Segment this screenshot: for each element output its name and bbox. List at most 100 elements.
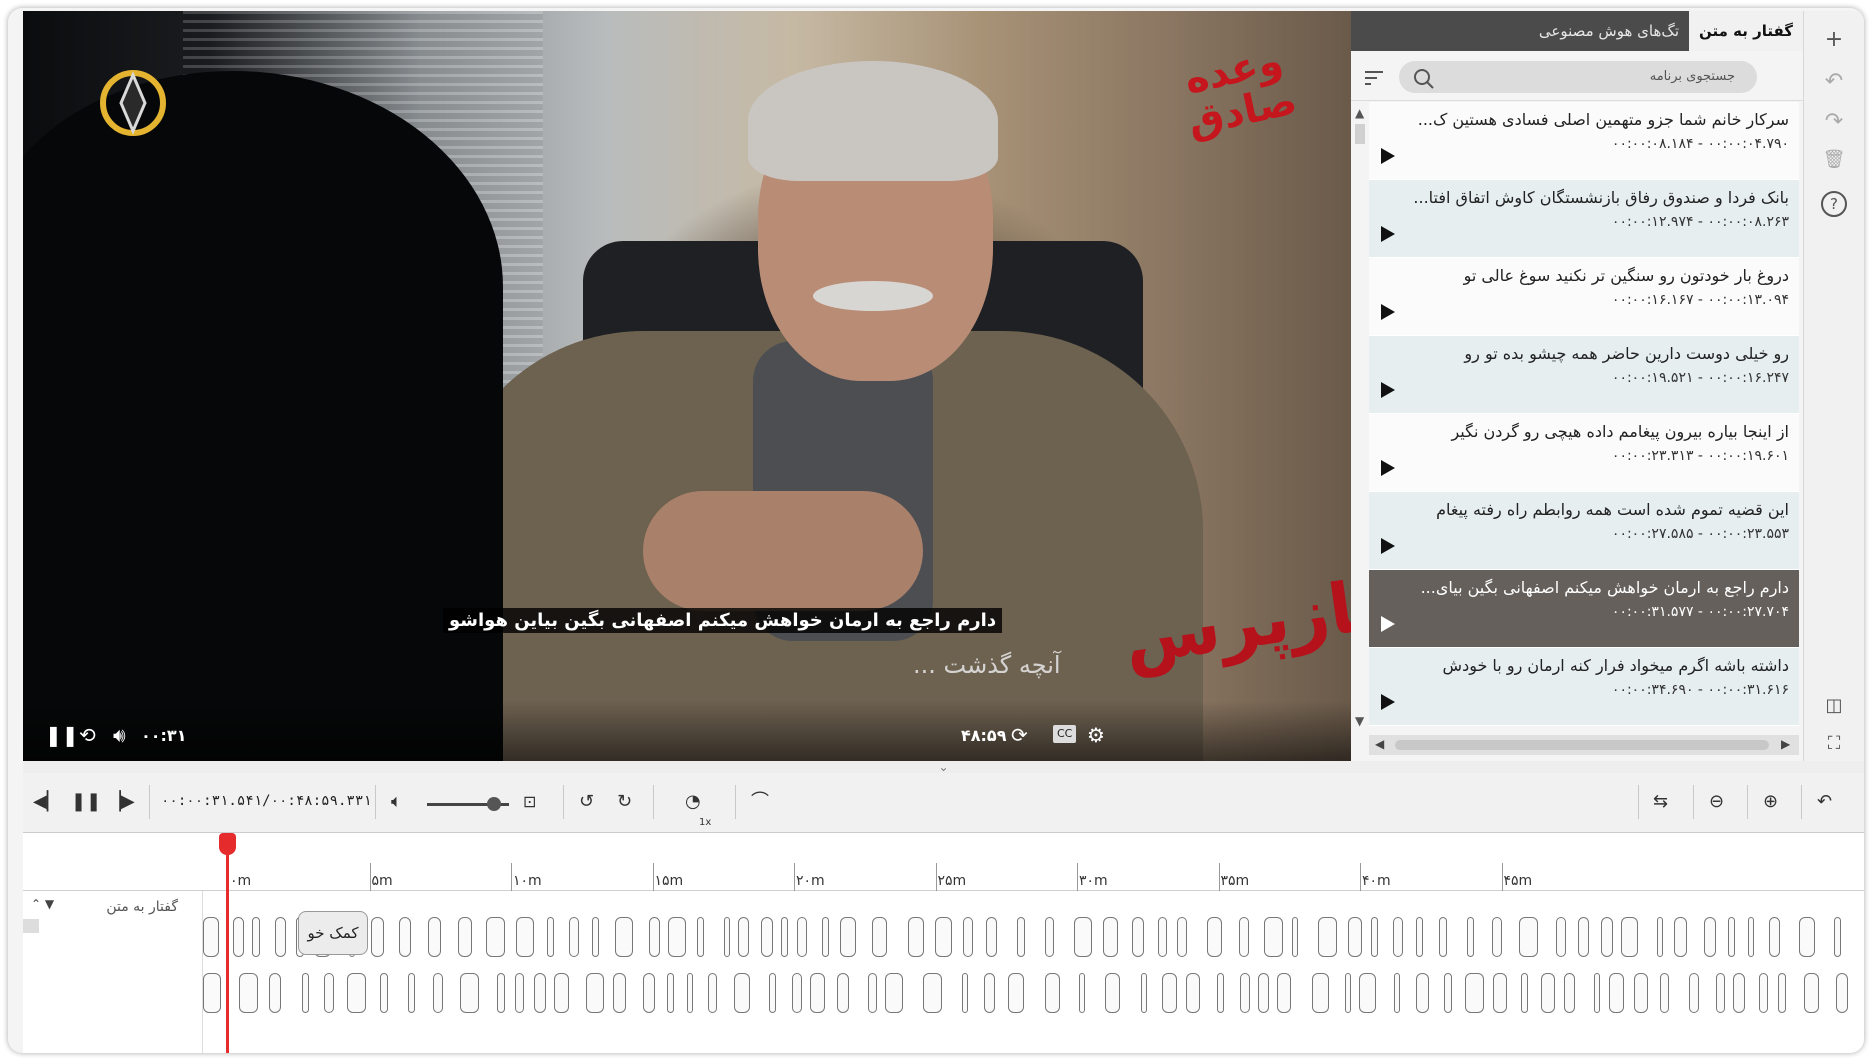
track-lane[interactable] [203,913,1864,961]
timeline-clip[interactable] [1689,973,1699,1013]
timeline-clip[interactable] [963,917,973,957]
timeline-clip[interactable] [1733,973,1745,1013]
timeline-clip[interactable] [1416,917,1423,957]
sort-filter-icon[interactable] [1363,69,1385,87]
timeline-clip[interactable] [643,973,655,1013]
timeline-clip[interactable] [1519,917,1538,957]
scroll-down-icon[interactable]: ▼ [1355,714,1364,728]
playhead-handle[interactable] [219,833,236,855]
timeline-clip[interactable] [302,973,309,1013]
rewind-icon[interactable]: ↺ [579,787,594,817]
timeline-clip[interactable] [516,917,534,957]
timeline-clip[interactable] [1674,917,1687,957]
timeline-clip[interactable] [962,973,968,1013]
panel-resizer[interactable]: ⌄ [23,761,1864,773]
play-icon[interactable] [1381,148,1395,164]
timeline-clip[interactable] [615,917,633,957]
undo-icon[interactable]: ↶ [1819,67,1849,97]
timeline-clip[interactable] [1105,973,1120,1013]
timeline-clip[interactable] [1609,973,1624,1013]
timeline-clip[interactable] [1660,973,1669,1013]
scroll-up-icon[interactable]: ▲ [1355,106,1364,120]
play-icon[interactable] [1381,460,1395,476]
track-lane[interactable] [203,969,1864,1017]
transcript-segment[interactable]: دروغ بار خودتون رو سنگین تر نکنید سوغ عا… [1369,258,1799,336]
sidebar-toggle-icon[interactable]: ◫ [1819,691,1849,721]
timeline-clip[interactable] [984,973,995,1013]
timeline-clip[interactable] [1804,973,1819,1013]
timeline-clip[interactable] [1578,917,1589,957]
timeline-clip[interactable] [554,973,569,1013]
timeline-clip[interactable] [1264,917,1283,957]
help-icon[interactable]: ? [1821,191,1847,217]
timeline-clip[interactable] [1008,973,1024,1013]
timeline-clip[interactable] [1158,917,1167,957]
timeline-clip[interactable] [708,973,717,1013]
timeline-clip[interactable] [1439,917,1447,957]
add-icon[interactable]: + [1819,25,1849,55]
timeline-clip[interactable] [1748,917,1754,957]
collapse-icon[interactable]: ⌃ ▼ [31,897,54,911]
timeline-clip[interactable] [1493,973,1507,1013]
timeline-clip[interactable] [380,973,388,1013]
timeline-clip[interactable] [371,917,384,957]
timeline-clip[interactable] [667,973,674,1013]
timeline-clip[interactable] [1769,917,1780,957]
timeline-clip[interactable] [810,973,825,1013]
timeline-clip[interactable] [923,973,942,1013]
timeline-clip[interactable] [1141,973,1147,1013]
pause-icon[interactable]: ❚❚ [45,723,79,747]
timeline-clip[interactable] [1621,917,1638,957]
timeline-clip[interactable] [908,917,924,957]
timeline-clip[interactable] [275,917,286,957]
timeline-clip[interactable] [1467,917,1474,957]
video-player[interactable]: وعده صادق بازپرس دارم راجع به ارمان خواه… [23,11,1351,761]
timeline-clip[interactable] [613,973,626,1013]
timeline[interactable]: ۰m ۵m ۱۰m ۱۵m ۲۰m ۲۵m ۳۰m ۳۵m ۴۰m ۴۵m ⌃ ▼ گفتار ب… [23,833,1864,1053]
timeline-clip[interactable] [1778,973,1786,1013]
timeline-clip[interactable] [1079,973,1085,1013]
timeline-clip[interactable] [269,973,281,1013]
timeline-clip[interactable] [1492,917,1502,957]
forward-icon[interactable]: ↻ [617,787,632,817]
timeline-clip[interactable] [1359,973,1376,1013]
timeline-clip[interactable] [687,973,693,1013]
tab-speech-to-text[interactable]: گفتار به متن [1689,11,1803,51]
cc-icon[interactable]: CC [1053,725,1077,743]
timeline-clip[interactable] [822,917,829,957]
timeline-clip[interactable] [534,973,546,1013]
timeline-clip[interactable] [986,917,997,957]
timeline-clip[interactable] [1318,917,1337,957]
timeline-clip[interactable] [1045,973,1060,1013]
timeline-clip[interactable] [724,917,730,957]
timeline-clip[interactable] [547,917,554,957]
timeline-clip[interactable] [497,973,505,1013]
timeline-clip[interactable] [486,917,505,957]
transcript-segment[interactable]: دارم راجع به ارمان خواهش میکنم اصفهانی ب… [1369,570,1799,648]
timeline-clip[interactable] [1186,973,1200,1013]
timeline-clip[interactable] [1277,973,1291,1013]
timeline-clip[interactable] [428,917,441,957]
timeline-clip[interactable] [935,917,952,957]
timeline-ruler[interactable]: ۰m ۵m ۱۰m ۱۵m ۲۰m ۲۵m ۳۰m ۳۵m ۴۰m ۴۵m [23,833,1864,891]
timeline-clip[interactable] [1312,973,1329,1013]
timeline-clip[interactable] [1258,973,1269,1013]
timeline-clip[interactable] [433,973,443,1013]
zoom-out-icon[interactable]: ⊖ [1709,787,1724,817]
timeline-clip[interactable] [649,917,660,957]
curve-tool-icon[interactable]: ⌒ [751,787,769,817]
previous-frame-icon[interactable]: ◀︎▏ [33,787,61,817]
timeline-clip[interactable] [761,917,773,957]
settings-gear-icon[interactable]: ⚙ [1087,723,1105,747]
timeline-clip[interactable] [1465,973,1484,1013]
pause-icon[interactable]: ❚❚ [71,787,101,817]
timeline-clip[interactable] [203,917,219,957]
timeline-clip[interactable] [347,973,366,1013]
scroll-thumb[interactable] [1355,124,1365,144]
timeline-clip[interactable] [239,973,258,1013]
timeline-clip[interactable] [1177,917,1187,957]
fullscreen-icon[interactable]: ⛶ [1819,729,1849,759]
timeline-clip[interactable] [515,973,524,1013]
timeline-clip[interactable] [1556,917,1566,957]
timeline-clip[interactable] [792,973,802,1013]
